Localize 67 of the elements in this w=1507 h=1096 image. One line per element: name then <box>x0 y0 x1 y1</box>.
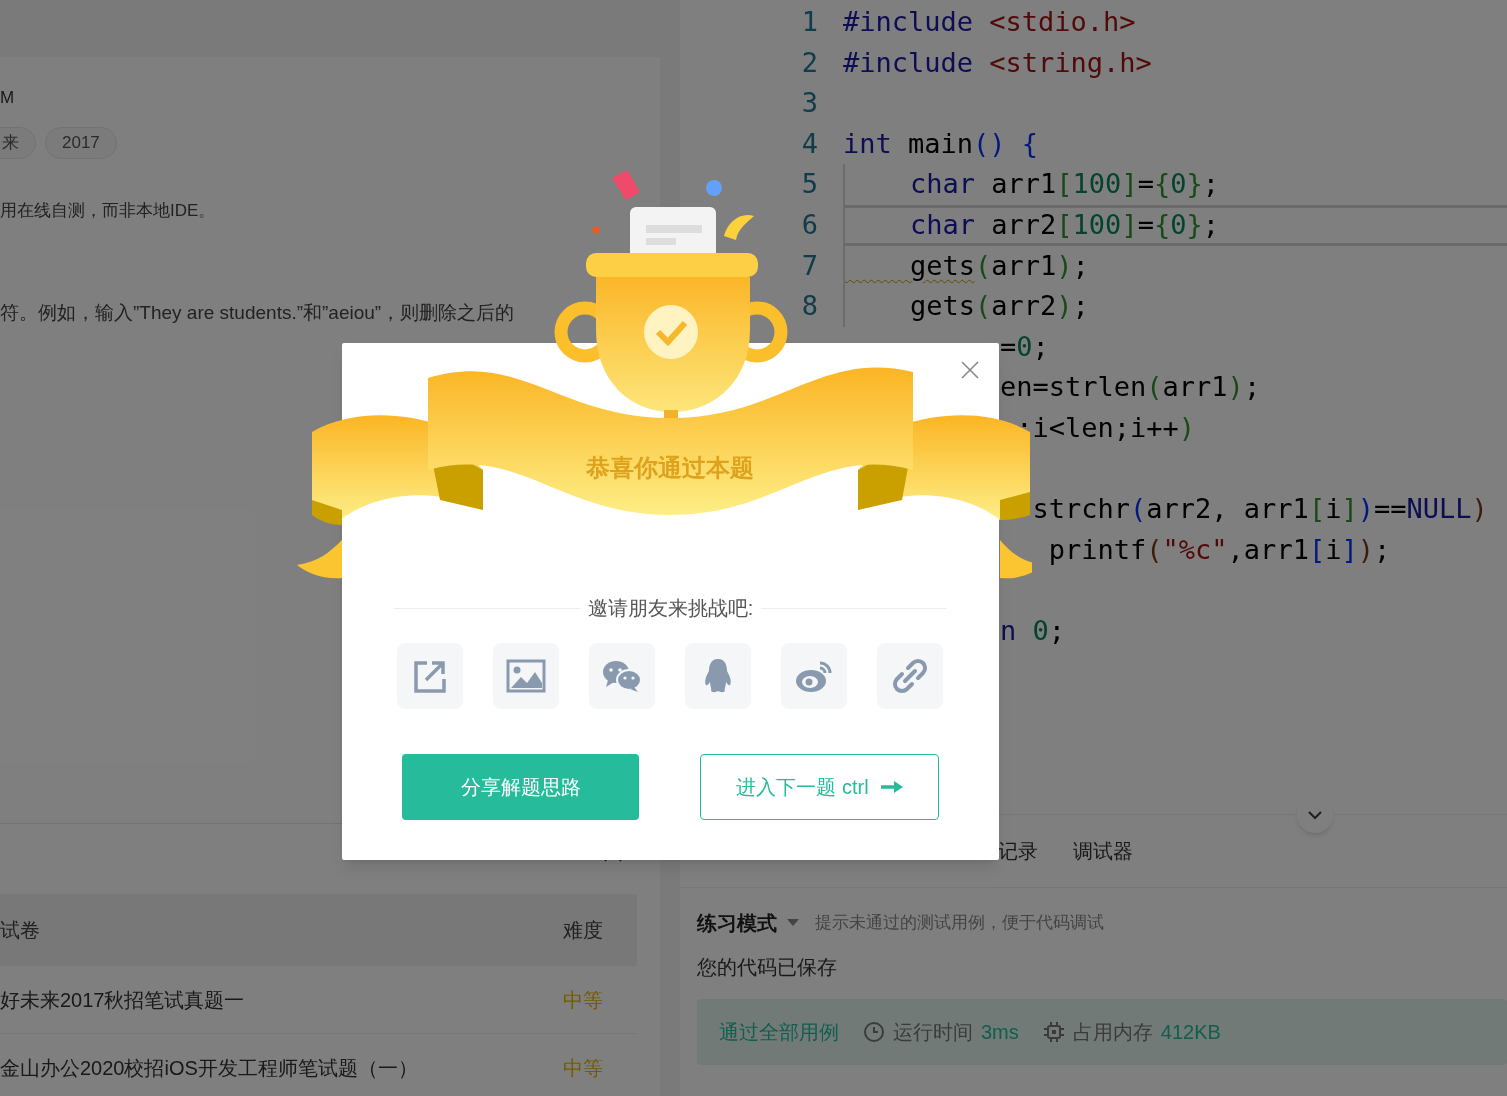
save-status-text: 您的代码已保存 <box>696 955 838 980</box>
column-header: 试卷 <box>0 918 40 943</box>
description-text: 用在线自测，而非本地IDE。 <box>0 200 217 222</box>
share-icon <box>412 658 448 694</box>
code-line: ;i<len;i++) <box>1015 410 1196 445</box>
code-line: gets(arr1); <box>845 249 1089 281</box>
status-text: 通过全部用例 <box>719 1020 839 1045</box>
code-line: =0; <box>1000 329 1049 364</box>
share-button[interactable] <box>589 643 655 709</box>
clock-icon <box>863 1021 885 1043</box>
column-header: 难度 <box>563 918 603 943</box>
code-line: gets(arr2); <box>845 290 1089 322</box>
code-line: n 0; <box>1000 613 1066 648</box>
image-icon <box>506 659 546 693</box>
eye-waves-icon <box>794 659 834 693</box>
code-line: int main() { <box>843 127 1039 159</box>
code-line: strchr(arr2, arr1[i])==NULL) <box>1031 492 1488 527</box>
line-number: 1 <box>800 5 818 39</box>
tab[interactable]: 调试器 <box>1073 830 1133 872</box>
congratulations-title: 恭喜你通过本题 <box>585 453 755 483</box>
heading-text: M <box>0 87 16 109</box>
line-number: 5 <box>800 167 818 202</box>
runtime-label: 运行时间 <box>893 1020 973 1045</box>
code-line: char arr2[100]={0}; <box>909 208 1219 240</box>
mode-dropdown[interactable]: 练习模式 <box>697 908 777 938</box>
paper-title-link[interactable]: 好未来2017秋招笔试真题一 <box>0 984 245 1015</box>
memory-label: 占用内存 <box>1072 1020 1153 1045</box>
line-number: 7 <box>800 248 818 283</box>
line-number: 2 <box>800 45 818 80</box>
line-number: 4 <box>800 126 818 161</box>
code-line: en=strlen(arr1); <box>1000 370 1261 405</box>
tab[interactable]: 记录 <box>998 830 1038 872</box>
tag[interactable]: 2017 <box>45 127 117 159</box>
memory-value: 412KB <box>1160 1020 1221 1045</box>
chevron-down-icon <box>1307 810 1323 820</box>
share-button[interactable] <box>397 643 463 709</box>
link-icon <box>892 658 928 694</box>
chat-bubbles-icon <box>602 660 642 692</box>
next-question-button[interactable]: 进入下一题 ctrl <box>700 754 939 820</box>
arrow-right-icon <box>880 781 903 793</box>
share-button[interactable] <box>877 643 943 709</box>
code-line: char arr1[100]={0}; <box>909 168 1219 200</box>
code-line: #include <string.h> <box>843 46 1152 78</box>
description-text: 符。例如，输入”They are students.”和”aeiou”，则删除之后的 <box>0 301 516 325</box>
paper-title-link[interactable]: 金山办公2020校招iOS开发工程师笔试题（一） <box>0 1052 418 1083</box>
invite-text: 邀请朋友来挑战吧: <box>587 596 754 621</box>
runtime-value: 3ms <box>981 1020 1019 1045</box>
hint-text: 提示未通过的测试用例，便于代码调试 <box>815 912 1104 935</box>
tag[interactable]: 来 <box>0 127 36 159</box>
penguin-icon <box>703 658 733 694</box>
code-token: gets <box>909 249 976 281</box>
line-number: 6 <box>800 207 818 242</box>
line-number: 3 <box>800 86 818 121</box>
share-solution-button[interactable]: 分享解题思路 <box>402 754 639 820</box>
share-button[interactable] <box>685 643 751 709</box>
code-token: gets <box>909 290 976 322</box>
line-number: 8 <box>800 289 818 324</box>
close-button[interactable] <box>959 359 981 381</box>
code-line: printf("%c",arr1[i]); <box>1047 532 1391 567</box>
share-button[interactable] <box>493 643 559 709</box>
dropdown-caret-icon[interactable] <box>787 919 799 927</box>
code-line: #include <stdio.h> <box>843 6 1136 37</box>
difficulty-label: 中等 <box>563 1055 603 1081</box>
chip-icon <box>1042 1021 1065 1043</box>
difficulty-label: 中等 <box>563 987 603 1013</box>
close-icon <box>961 361 979 379</box>
share-button[interactable] <box>781 643 847 709</box>
